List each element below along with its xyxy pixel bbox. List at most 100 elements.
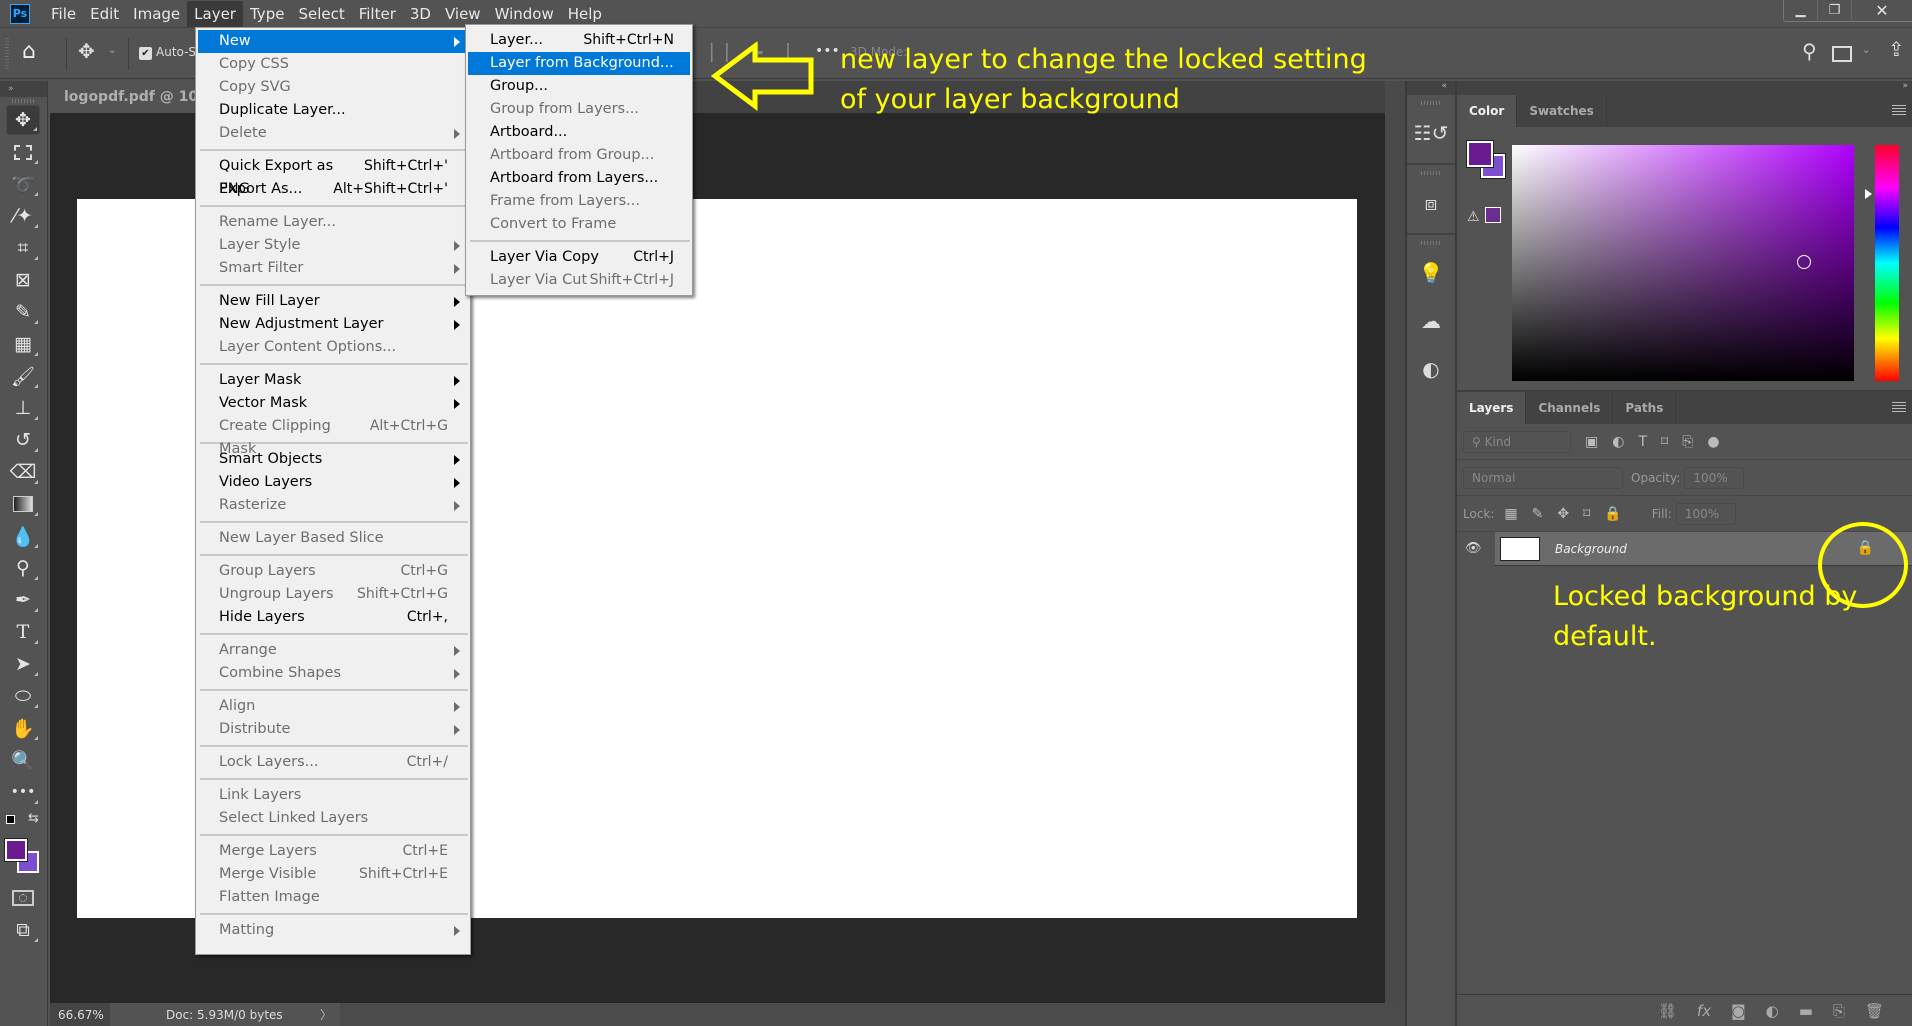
delete-layer-icon[interactable]: 🗑 (1865, 1002, 1884, 1020)
libraries-icon[interactable]: ☁ (1407, 297, 1455, 345)
move-tool-icon[interactable]: ✥ (78, 39, 95, 63)
foreground-color-swatch[interactable] (4, 838, 28, 862)
menu-item-quick-export-as-png[interactable]: Quick Export as PNG Shift+Ctrl+' (198, 155, 468, 197)
menu-view[interactable]: View (438, 1, 488, 27)
share-icon[interactable]: ⇪ (1888, 37, 1905, 61)
menu-item-group[interactable]: Group... (468, 75, 690, 98)
menu-item-layer-mask[interactable]: Layer Mask (198, 369, 468, 392)
menu-item-layer-content-options[interactable]: Layer Content Options... (198, 336, 468, 359)
menu-item-lock-layers[interactable]: Lock Layers... Ctrl+/ (198, 751, 468, 774)
new-layer-icon[interactable]: ⎘ (1833, 1002, 1845, 1020)
workspace-icon[interactable] (1832, 46, 1852, 62)
more-tools-icon[interactable]: ••• (6, 777, 40, 807)
menu-item-vector-mask[interactable]: Vector Mask (198, 392, 468, 415)
tab-channels[interactable]: Channels (1526, 392, 1614, 424)
learn-icon[interactable]: 💡 (1407, 249, 1455, 297)
vertical-scrollbar[interactable] (1385, 81, 1405, 1026)
zoom-level[interactable]: 66.67% (50, 1003, 110, 1026)
menu-item-duplicate-layer[interactable]: Duplicate Layer... (198, 99, 468, 122)
magic-wand-tool[interactable]: ⁄✦ (6, 201, 40, 231)
hand-tool[interactable]: ✋ (6, 713, 40, 743)
restore-button[interactable]: ❐ (1818, 0, 1852, 20)
opacity-input[interactable]: 100% (1684, 466, 1745, 489)
menu-item-new[interactable]: New (198, 30, 468, 53)
menu-layer[interactable]: Layer (187, 0, 243, 27)
menu-item-smart-objects[interactable]: Smart Objects (198, 448, 468, 471)
menu-item-smart-filter[interactable]: Smart Filter (198, 257, 468, 280)
healing-brush-tool[interactable]: ▦ (6, 329, 40, 359)
panel-menu-icon[interactable] (1892, 105, 1906, 115)
menu-item-rasterize[interactable]: Rasterize (198, 494, 468, 517)
eyedropper-tool[interactable]: ✎ (6, 297, 40, 327)
ellipse-tool[interactable]: ⬭ (6, 681, 40, 711)
menu-item-copy-css[interactable]: Copy CSS (198, 53, 468, 76)
type-tool[interactable]: T (6, 617, 40, 647)
move-tool[interactable]: ✥ (6, 105, 40, 135)
menu-item-delete[interactable]: Delete (198, 122, 468, 145)
menu-item-layer-from-background[interactable]: Layer from Background... (468, 52, 690, 75)
layer-filter-select[interactable]: ⚲ Kind (1463, 430, 1571, 453)
3d-panel-icon[interactable]: ⧈ (1407, 179, 1455, 227)
gamut-color-swatch[interactable] (1485, 207, 1501, 223)
filter-toggle[interactable]: ● (1707, 434, 1719, 450)
menu-item-select-linked-layers[interactable]: Select Linked Layers (198, 807, 468, 830)
foreground-color-swatch[interactable] (1466, 140, 1494, 168)
menu-item-convert-to-frame[interactable]: Convert to Frame (468, 213, 690, 236)
clone-stamp-tool[interactable]: ⊥ (6, 393, 40, 423)
menu-item-create-clipping-mask[interactable]: Create Clipping Mask Alt+Ctrl+G (198, 415, 468, 457)
menu-item-merge-visible[interactable]: Merge Visible Shift+Ctrl+E (198, 863, 468, 886)
menu-3d[interactable]: 3D (403, 1, 438, 27)
lock-position-icon[interactable]: ✥ (1557, 506, 1569, 522)
auto-select-checkbox[interactable]: ✔ (139, 47, 152, 60)
path-selection-tool[interactable]: ➤ (6, 649, 40, 679)
tab-layers[interactable]: Layers (1457, 392, 1527, 424)
menu-help[interactable]: Help (561, 1, 609, 27)
menu-item-distribute[interactable]: Distribute (198, 718, 468, 741)
hue-slider[interactable] (1875, 145, 1899, 381)
menu-item-group-from-layers[interactable]: Group from Layers... (468, 98, 690, 121)
menu-item-matting[interactable]: Matting (198, 919, 468, 942)
pen-tool[interactable]: ✒ (6, 585, 40, 615)
fx-icon[interactable]: fx (1697, 1002, 1711, 1020)
color-field[interactable] (1512, 145, 1854, 381)
toolbar-collapse-button[interactable]: » (0, 81, 47, 97)
menu-select[interactable]: Select (291, 1, 351, 27)
menu-item-new-fill-layer[interactable]: New Fill Layer (198, 290, 468, 313)
adjustment-filter-icon[interactable]: ◐ (1612, 434, 1624, 450)
menu-edit[interactable]: Edit (83, 1, 126, 27)
menu-item-group-layers[interactable]: Group Layers Ctrl+G (198, 560, 468, 583)
gradient-tool[interactable] (6, 489, 40, 519)
visibility-eye-icon[interactable]: 👁 (1465, 541, 1482, 556)
home-icon[interactable]: ⌂ (22, 39, 36, 64)
menu-item-link-layers[interactable]: Link Layers (198, 784, 468, 807)
add-mask-icon[interactable]: ◙ (1731, 1002, 1746, 1020)
menu-item-artboard-from-group[interactable]: Artboard from Group... (468, 144, 690, 167)
tab-paths[interactable]: Paths (1613, 392, 1677, 424)
menu-item-flatten-image[interactable]: Flatten Image (198, 886, 468, 909)
menu-item-new-adjustment-layer[interactable]: New Adjustment Layer (198, 313, 468, 336)
chevron-right-icon[interactable]: 〉 (320, 1006, 332, 1023)
frame-tool[interactable]: ⊠ (6, 265, 40, 295)
menu-item-merge-layers[interactable]: Merge Layers Ctrl+E (198, 840, 468, 863)
swap-colors-icon[interactable]: ⇆ (28, 811, 39, 826)
menu-item-arrange[interactable]: Arrange (198, 639, 468, 662)
menu-item-layer-via-copy[interactable]: Layer Via Copy Ctrl+J (468, 246, 690, 269)
menu-item-export-as[interactable]: Export As... Alt+Shift+Ctrl+' (198, 178, 468, 201)
minimize-button[interactable]: ▁ (1784, 0, 1818, 20)
color-picker-cursor[interactable] (1797, 255, 1811, 269)
history-panel-icon[interactable]: ☷↺ (1407, 109, 1455, 157)
pixel-filter-icon[interactable]: ▣ (1585, 434, 1598, 450)
default-colors-icon[interactable] (6, 815, 15, 824)
smart-object-filter-icon[interactable]: ⎘ (1682, 434, 1693, 450)
adjustments-icon[interactable]: ◐ (1407, 345, 1455, 393)
options-bar-grip[interactable] (5, 38, 9, 70)
menu-file[interactable]: File (44, 1, 83, 27)
blend-mode-select[interactable]: Normal (1463, 466, 1623, 489)
more-options-icon[interactable]: ••• (815, 43, 840, 59)
menu-item-artboard-from-layers[interactable]: Artboard from Layers... (468, 167, 690, 190)
lock-all-icon[interactable]: 🔒 (1604, 506, 1621, 522)
tab-color[interactable]: Color (1457, 95, 1518, 127)
panel-menu-icon[interactable] (1892, 402, 1906, 412)
tool-preset-chevron-icon[interactable]: ⌄ (108, 45, 116, 56)
menu-item-ungroup-layers[interactable]: Ungroup Layers Shift+Ctrl+G (198, 583, 468, 606)
